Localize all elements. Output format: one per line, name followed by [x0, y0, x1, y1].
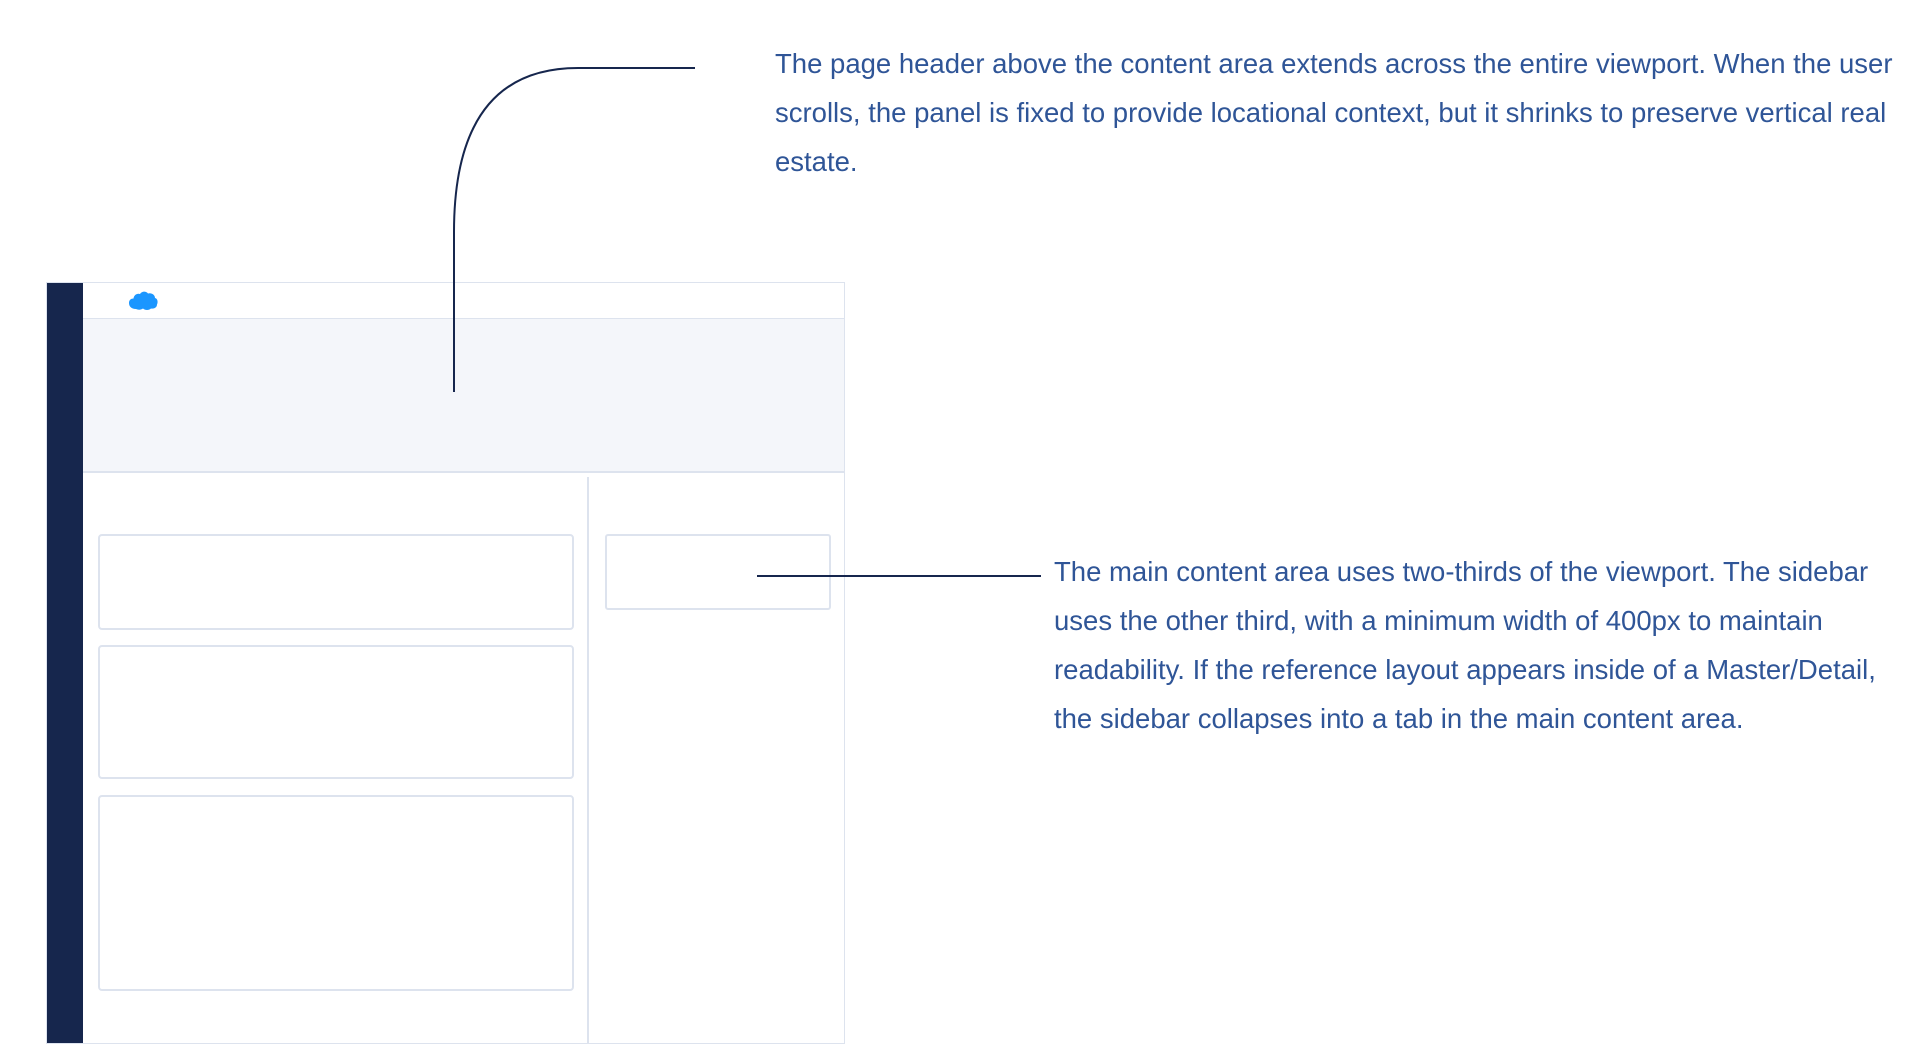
sidebar-card [605, 534, 831, 610]
main-content-card [98, 795, 574, 991]
main-content-card [98, 534, 574, 630]
main-content-card [98, 645, 574, 779]
page-header-annotation: The page header above the content area e… [775, 48, 1893, 177]
column-divider [587, 477, 589, 1043]
page-header-panel [83, 319, 844, 473]
global-navigation-bar [47, 283, 83, 1043]
global-header [83, 283, 844, 319]
main-content-annotation: The main content area uses two-thirds of… [1054, 556, 1876, 734]
cloud-logo-icon [129, 291, 158, 310]
reference-layout-wireframe [46, 282, 845, 1044]
